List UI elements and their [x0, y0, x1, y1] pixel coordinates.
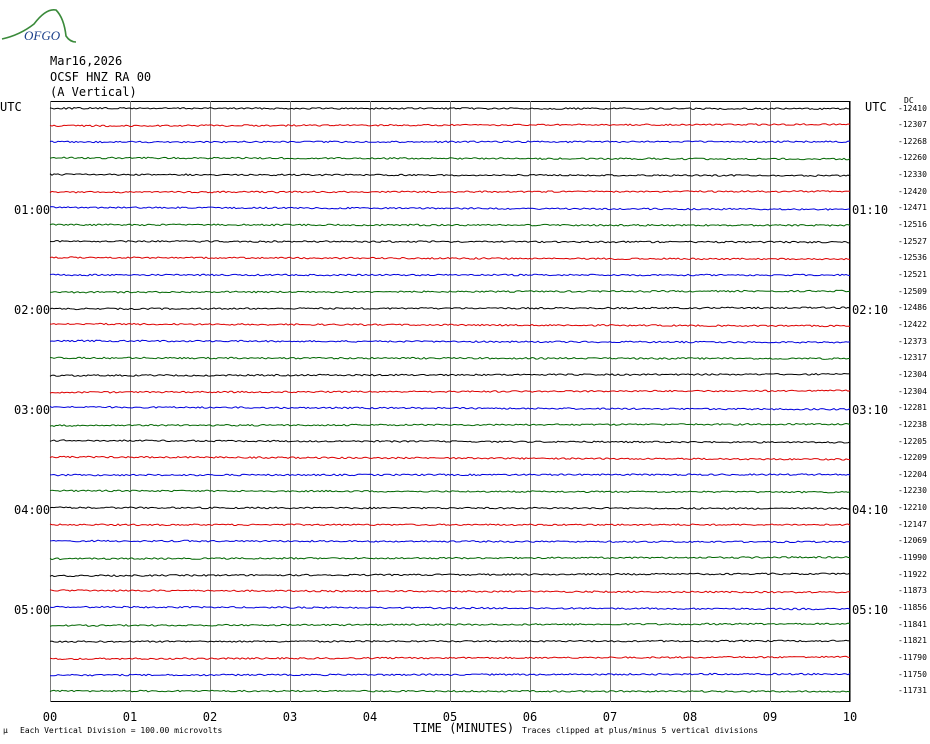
right-time-label: 05:10	[852, 603, 889, 617]
header-component: (A Vertical)	[50, 85, 137, 99]
trace-dc-value: -12509	[898, 286, 927, 296]
x-tick-label: 09	[763, 710, 777, 724]
trace-dc-value: -12281	[898, 403, 927, 413]
right-time-label: 03:10	[852, 403, 889, 417]
logo-text: OFGO	[24, 28, 61, 43]
right-time-label: 01:10	[852, 203, 889, 217]
left-time-label: 02:00	[14, 303, 51, 317]
x-tick-label: 07	[603, 710, 617, 724]
trace-dc-value: -11731	[898, 686, 927, 696]
trace-dc-value: -11873	[898, 586, 927, 596]
trace-dc-value: -12260	[898, 153, 927, 163]
x-tick-label: 03	[283, 710, 297, 724]
right-time-label: 04:10	[852, 503, 889, 517]
trace-dc-value: -12205	[898, 436, 927, 446]
left-time-label: 04:00	[14, 503, 51, 517]
trace-dc-value: -12330	[898, 170, 927, 180]
utc-label-left: UTC	[0, 100, 22, 114]
trace-dc-value: -12230	[898, 486, 927, 496]
trace-dc-value: -12471	[898, 203, 927, 213]
trace-dc-value: -11856	[898, 603, 927, 612]
x-axis-label: TIME (MINUTES)	[413, 721, 515, 735]
trace-dc-value: -11750	[898, 669, 927, 679]
trace-dc-value: -12209	[898, 453, 927, 463]
logo: OFGO	[1, 8, 77, 43]
trace-dc-value: -12410	[898, 103, 927, 113]
trace-dc-value: -12268	[898, 136, 927, 146]
trace-dc-value: -12238	[898, 419, 927, 429]
x-tick-label: 04	[363, 710, 377, 724]
right-time-label: 02:10	[852, 303, 889, 317]
trace-dc-value: -11990	[898, 553, 927, 563]
trace-dc-value: -12317	[898, 353, 927, 363]
trace-dc-value: -12420	[898, 186, 927, 196]
trace-dc-value: -12147	[898, 519, 927, 529]
trace-dc-value: -12521	[898, 270, 927, 279]
trace-dc-value: -11821	[898, 636, 927, 646]
header-date: Mar16,2026	[50, 54, 123, 68]
seismogram-plot: OFGO 00 01 02 03 04 05 06 07 08 09 10	[1, 8, 857, 724]
trace-dc-value: -11922	[898, 569, 927, 579]
trace-dc-value: -12527	[898, 236, 927, 246]
trace-dc-value: -12307	[898, 120, 927, 130]
trace-dc-value: -11790	[898, 652, 927, 662]
left-time-label: 03:00	[14, 403, 51, 417]
header-station: OCSF HNZ RA 00	[50, 70, 152, 84]
trace-dc-value: -12204	[898, 469, 927, 479]
trace-dc-value: -12422	[898, 319, 927, 329]
trace-dc-value: -12486	[898, 303, 927, 313]
left-time-label: 01:00	[14, 203, 51, 217]
trace-dc-value: -12373	[898, 336, 927, 346]
trace-dc-value: -12516	[898, 220, 927, 230]
trace-dc-value: -12069	[898, 536, 927, 546]
trace-dc-value: -12304	[898, 386, 927, 396]
x-tick-label: 01	[123, 710, 137, 724]
trace-dc-value: -12536	[898, 253, 927, 263]
footer-scale: Each Vertical Division = 100.00 microvol…	[20, 726, 223, 735]
footer-clip: Traces clipped at plus/minus 5 vertical …	[522, 726, 759, 735]
left-time-label: 05:00	[14, 603, 51, 617]
x-tick-label: 06	[523, 710, 537, 724]
x-tick-label: 00	[43, 710, 57, 724]
trace-dc-value: -11841	[898, 619, 927, 629]
x-tick-label: 10	[843, 710, 857, 724]
utc-label-right: UTC	[865, 100, 887, 114]
trace-dc-value: -12210	[898, 503, 927, 513]
trace-dc-value: -12304	[898, 369, 927, 379]
x-tick-label: 02	[203, 710, 217, 724]
x-tick-label: 08	[683, 710, 697, 724]
footer-mark: μ	[3, 726, 8, 735]
